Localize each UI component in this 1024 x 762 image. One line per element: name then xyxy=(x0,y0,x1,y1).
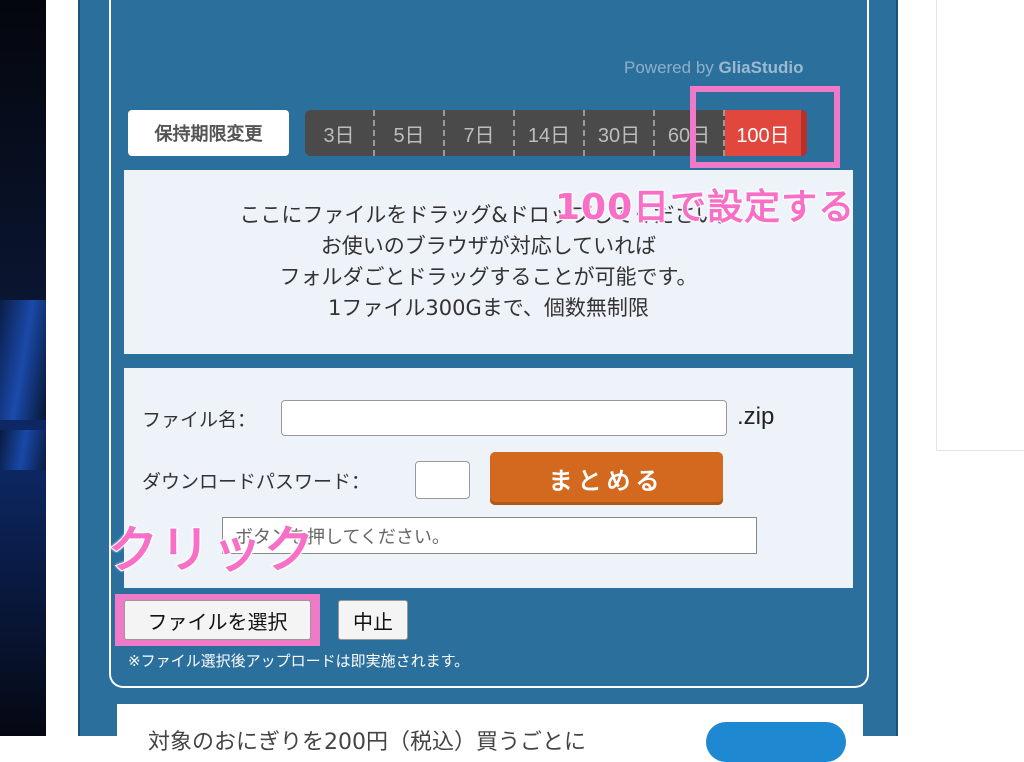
drop-zone-line: 1ファイル300Gまで、個数無制限 xyxy=(328,296,649,320)
drop-zone-line: フォルダごとドラッグすることが可能です。 xyxy=(279,265,698,289)
annotation-set-100-days: 100日で設定する xyxy=(554,186,856,229)
panel-edge-left xyxy=(78,0,80,736)
annotation-click: クリック xyxy=(107,520,316,580)
background-glow-lower xyxy=(0,430,46,470)
drop-zone-line: お使いのブラウザが対応していれば xyxy=(320,234,657,258)
filename-input[interactable] xyxy=(281,400,727,436)
filename-extension: .zip xyxy=(737,403,775,430)
powered-by-prefix: Powered by xyxy=(624,58,719,77)
upload-note: ※ファイル選択後アップロードは即実施されます。 xyxy=(128,652,470,670)
powered-by-brand: GliaStudio xyxy=(718,58,804,77)
period-option-3[interactable]: 3日 xyxy=(305,110,375,156)
background-edge xyxy=(0,0,46,736)
highlight-box-100-days xyxy=(690,86,840,168)
retention-label: 保持期限変更 xyxy=(128,110,289,156)
side-card xyxy=(936,0,1024,451)
bundle-button[interactable]: まとめる xyxy=(490,452,723,505)
password-label: ダウンロードパスワード： xyxy=(142,471,371,493)
cancel-button[interactable]: 中止 xyxy=(338,600,408,640)
background-glow xyxy=(0,300,46,420)
period-option-7[interactable]: 7日 xyxy=(445,110,515,156)
promo-text: 対象のおにぎりを200円（税込）買うごとに xyxy=(148,730,586,755)
download-password-input[interactable] xyxy=(415,461,470,499)
period-option-30[interactable]: 30日 xyxy=(585,110,655,156)
panel-edge-right xyxy=(896,0,898,736)
filename-label: ファイル名： xyxy=(142,409,257,431)
period-option-5[interactable]: 5日 xyxy=(375,110,445,156)
powered-by: Powered by GliaStudio xyxy=(624,58,804,78)
select-file-button[interactable]: ファイルを選択 xyxy=(124,600,311,640)
period-option-14[interactable]: 14日 xyxy=(515,110,585,156)
promo-button[interactable] xyxy=(706,722,846,762)
